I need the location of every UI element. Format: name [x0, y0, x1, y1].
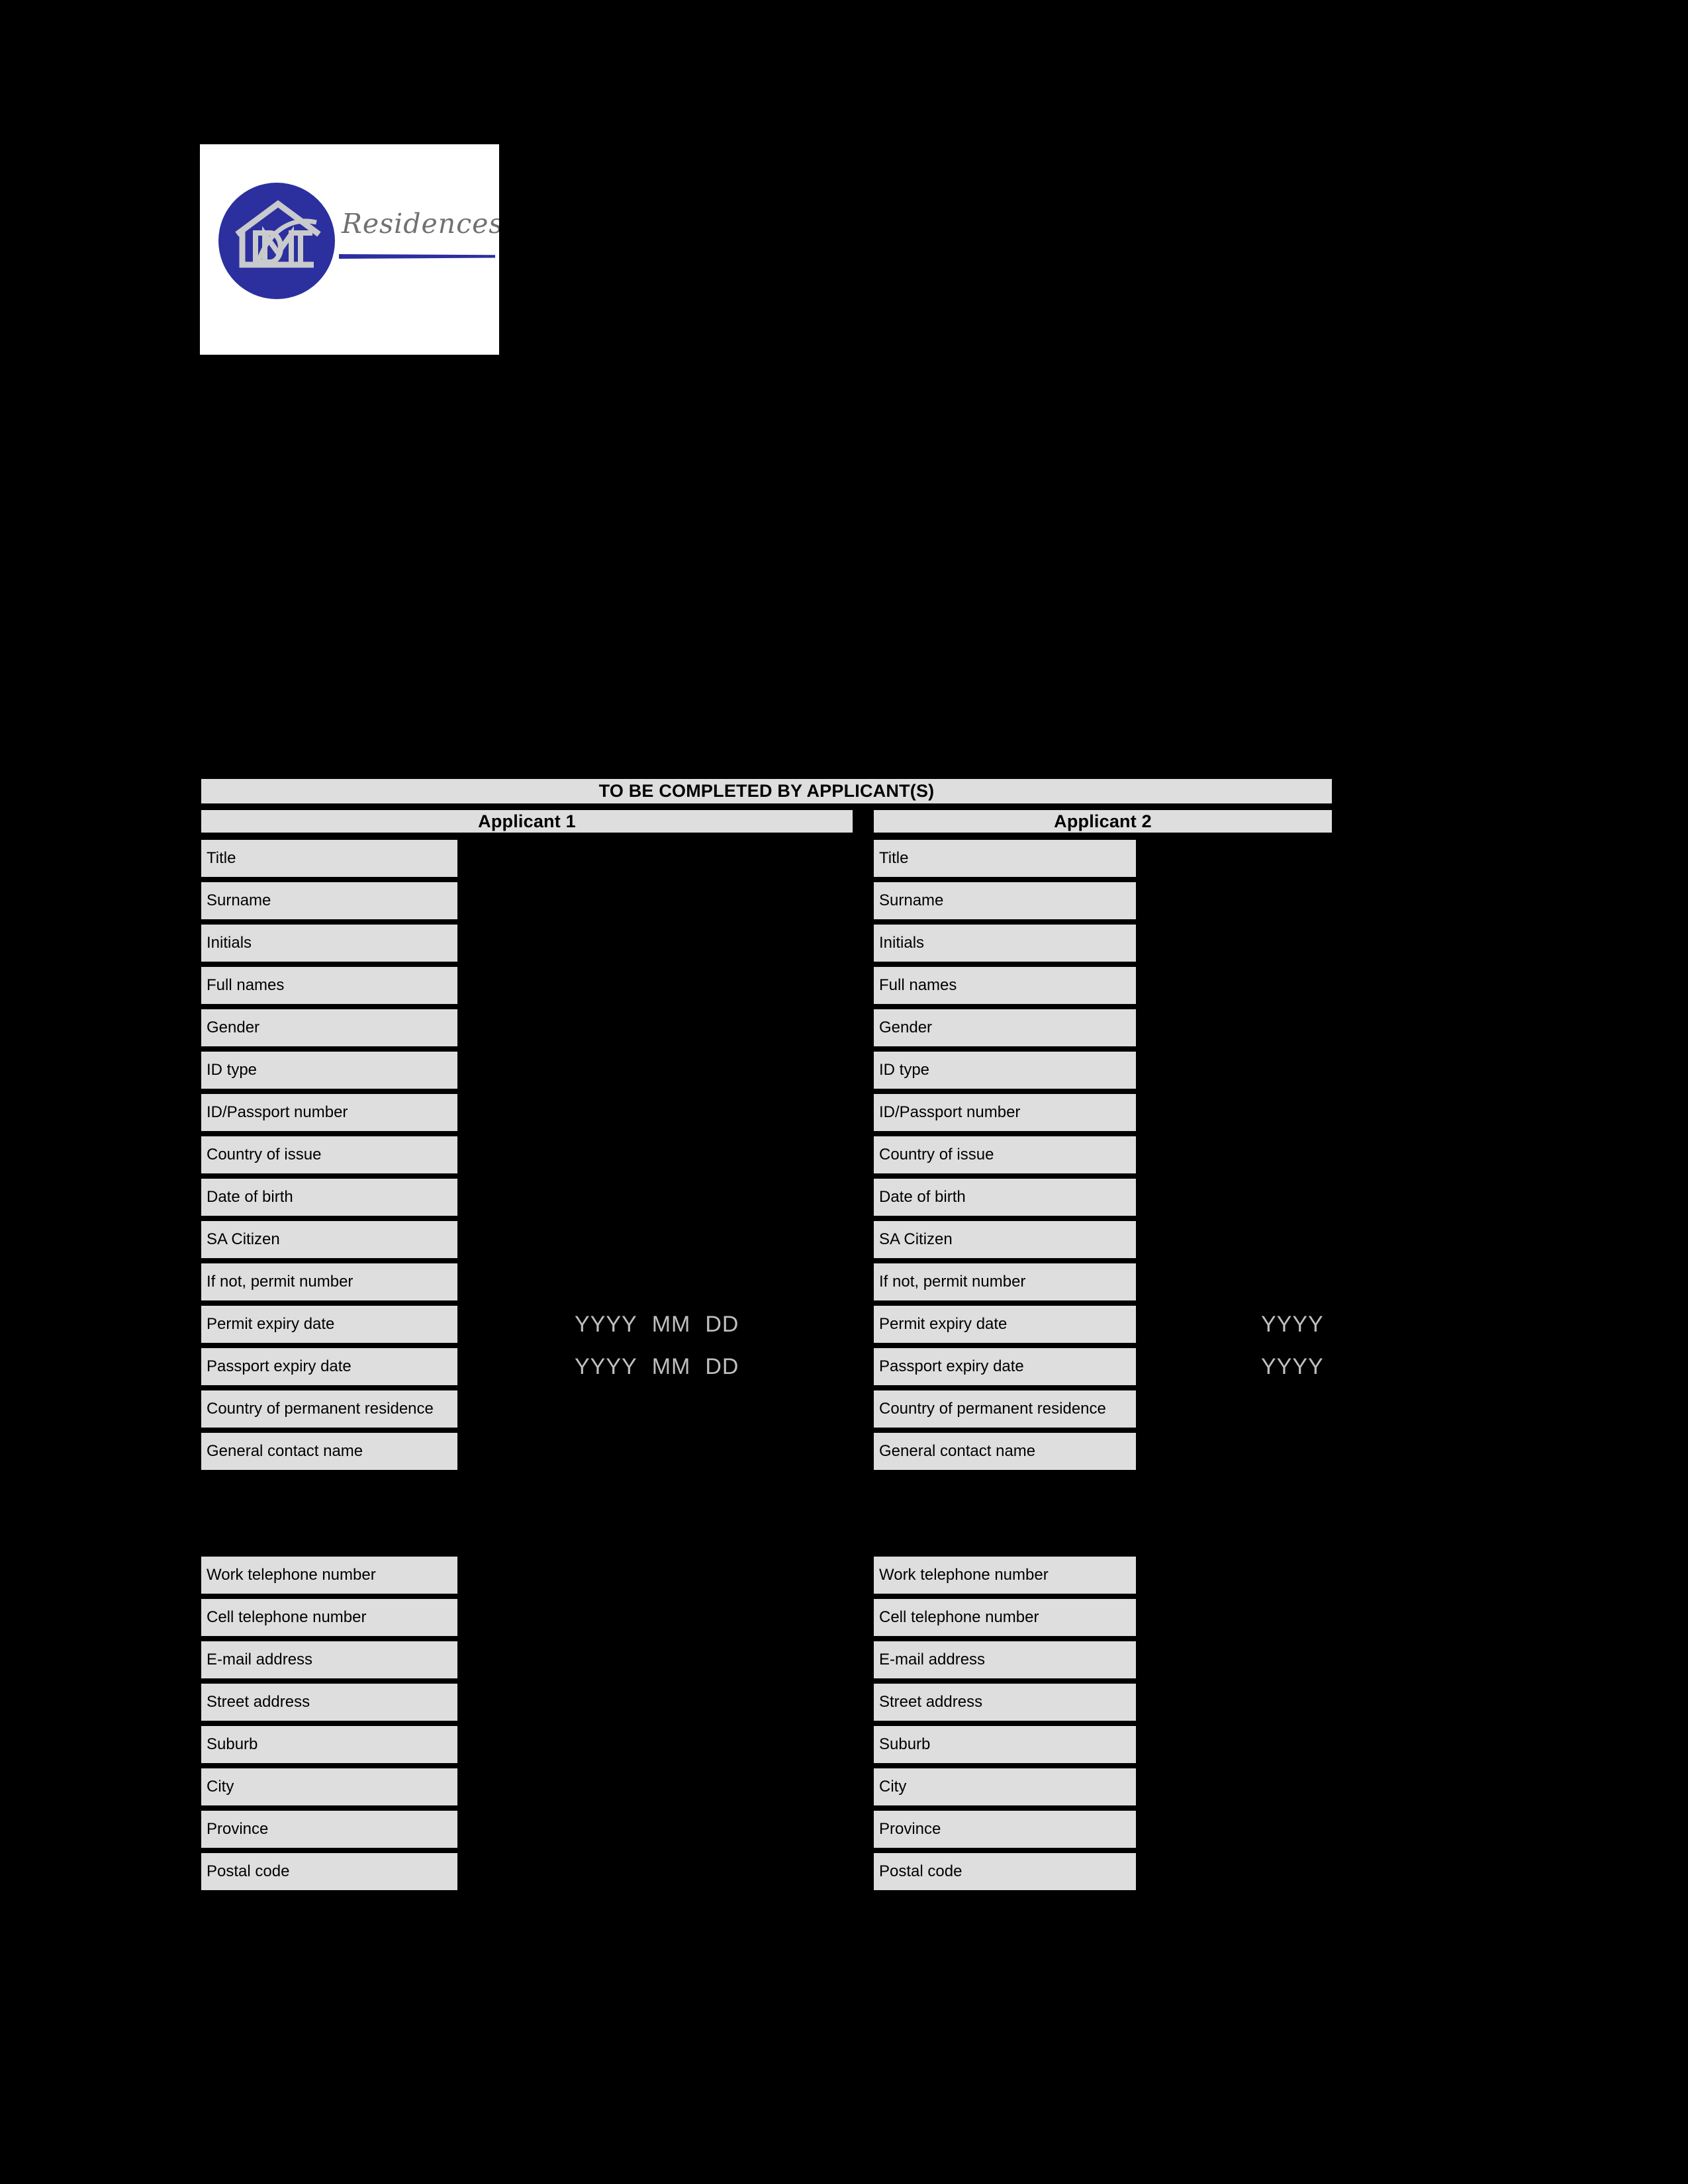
field-label-cell[interactable]: ID/Passport number: [872, 1093, 1137, 1132]
field-label-cell[interactable]: Country of permanent residence: [872, 1389, 1137, 1429]
field-label-cell[interactable]: Postal code: [872, 1852, 1137, 1891]
field-label-cell[interactable]: Initials: [200, 923, 459, 963]
date-format-hint: YYYY MM DD: [575, 1347, 739, 1387]
field-label-cell[interactable]: General contact name: [872, 1432, 1137, 1471]
field-label-cell[interactable]: Surname: [200, 881, 459, 921]
field-label-cell[interactable]: Cell telephone number: [872, 1598, 1137, 1637]
date-segment: YYYY: [1261, 1353, 1324, 1379]
applicant-form: TO BE COMPLETED BY APPLICANT(S) Applican…: [0, 0, 1688, 2184]
field-label-cell[interactable]: City: [872, 1767, 1137, 1807]
field-label-cell[interactable]: Country of issue: [200, 1135, 459, 1175]
field-label-cell[interactable]: Cell telephone number: [200, 1598, 459, 1637]
field-label-cell[interactable]: General contact name: [200, 1432, 459, 1471]
field-label-cell[interactable]: Suburb: [872, 1725, 1137, 1764]
field-label-cell[interactable]: Permit expiry date: [872, 1304, 1137, 1344]
field-label-cell[interactable]: ID/Passport number: [200, 1093, 459, 1132]
field-label-cell[interactable]: Surname: [872, 881, 1137, 921]
field-label-cell[interactable]: If not, permit number: [872, 1262, 1137, 1302]
form-title-band: TO BE COMPLETED BY APPLICANT(S): [200, 778, 1333, 805]
field-label-cell[interactable]: SA Citizen: [200, 1220, 459, 1259]
field-label-cell[interactable]: SA Citizen: [872, 1220, 1137, 1259]
field-label-cell[interactable]: Date of birth: [200, 1177, 459, 1217]
field-label-cell[interactable]: Gender: [200, 1008, 459, 1048]
field-label-cell[interactable]: Initials: [872, 923, 1137, 963]
field-label-cell[interactable]: City: [200, 1767, 459, 1807]
field-label-cell[interactable]: Province: [872, 1809, 1137, 1849]
field-label-cell[interactable]: ID type: [872, 1050, 1137, 1090]
field-label-cell[interactable]: E-mail address: [872, 1640, 1137, 1680]
field-label-cell[interactable]: Full names: [872, 966, 1137, 1005]
date-segment: YYYY: [1261, 1311, 1324, 1337]
date-format-hint: YYYY: [1261, 1347, 1324, 1387]
date-segment: DD: [705, 1353, 739, 1379]
field-label-cell[interactable]: Suburb: [200, 1725, 459, 1764]
date-segment: MM: [651, 1353, 691, 1379]
field-label-cell[interactable]: Passport expiry date: [872, 1347, 1137, 1387]
date-format-hint: YYYY MM DD: [575, 1304, 739, 1344]
field-label-cell[interactable]: Date of birth: [872, 1177, 1137, 1217]
field-label-cell[interactable]: Province: [200, 1809, 459, 1849]
date-segment: DD: [705, 1311, 739, 1337]
field-label-cell[interactable]: Passport expiry date: [200, 1347, 459, 1387]
date-segment: YYYY: [575, 1311, 637, 1337]
field-label-cell[interactable]: Postal code: [200, 1852, 459, 1891]
field-label-cell[interactable]: E-mail address: [200, 1640, 459, 1680]
date-format-hint: YYYY: [1261, 1304, 1324, 1344]
field-label-cell[interactable]: Country of permanent residence: [200, 1389, 459, 1429]
field-label-cell[interactable]: If not, permit number: [200, 1262, 459, 1302]
field-label-cell[interactable]: Title: [872, 839, 1137, 878]
field-label-cell[interactable]: Work telephone number: [200, 1555, 459, 1595]
field-label-cell[interactable]: Country of issue: [872, 1135, 1137, 1175]
applicant-1-heading: Applicant 1: [200, 809, 854, 834]
field-label-cell[interactable]: Permit expiry date: [200, 1304, 459, 1344]
field-label-cell[interactable]: Work telephone number: [872, 1555, 1137, 1595]
field-label-cell[interactable]: Gender: [872, 1008, 1137, 1048]
date-segment: MM: [651, 1311, 691, 1337]
field-label-cell[interactable]: Title: [200, 839, 459, 878]
date-segment: YYYY: [575, 1353, 637, 1379]
field-label-cell[interactable]: Street address: [200, 1682, 459, 1722]
field-label-cell[interactable]: Street address: [872, 1682, 1137, 1722]
field-label-cell[interactable]: ID type: [200, 1050, 459, 1090]
field-label-cell[interactable]: Full names: [200, 966, 459, 1005]
applicant-2-heading: Applicant 2: [872, 809, 1333, 834]
